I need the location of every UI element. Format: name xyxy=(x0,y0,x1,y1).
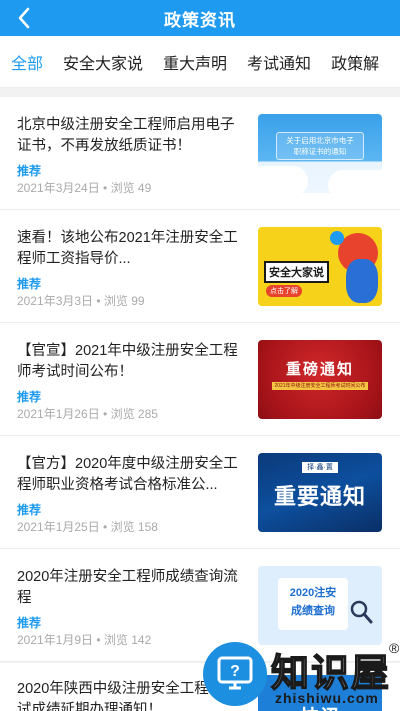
registered-mark: ® xyxy=(389,640,400,656)
article-item[interactable]: 北京中级注册安全工程师启用电子证书，不再发放纸质证书！ 推荐 2021年3月24… xyxy=(0,97,400,210)
article-thumbnail: 择·鑫·置 重要通知 xyxy=(258,453,382,532)
article-meta: 2021年3月3日 • 浏览 99 xyxy=(17,294,145,308)
svg-text:?: ? xyxy=(230,663,240,680)
article-meta: 2021年3月24日 • 浏览 49 xyxy=(17,181,152,195)
tab-policy-interpretation[interactable]: 政策解 xyxy=(331,50,379,74)
article-title: 【官宣】2021年中级注册安全工程师考试时间公布！ xyxy=(17,343,238,380)
article-title: 2020年注册安全工程师成绩查询流程 xyxy=(17,569,238,606)
top-bar: 政策资讯 xyxy=(0,0,400,36)
thumbnail-caption: 择·鑫·置 xyxy=(302,462,338,473)
article-thumbnail: 关于启用北京市电子 职称证书的通知 xyxy=(258,114,382,193)
article-title: 速看！该地公布2021年注册安全工程师工资指导价... xyxy=(17,230,238,267)
article-title: 北京中级注册安全工程师启用电子证书，不再发放纸质证书！ xyxy=(17,117,235,154)
thumbnail-caption: 关于启用北京市电子 xyxy=(286,136,354,145)
thumbnail-caption: 成绩查询 xyxy=(291,605,335,617)
article-thumbnail: 安全大家说 点击了解 xyxy=(258,227,382,306)
thumbnail-caption: 2020注安 xyxy=(289,587,337,599)
tab-safety-talk[interactable]: 安全大家说 xyxy=(63,50,143,74)
article-item[interactable]: 【官宣】2021年中级注册安全工程师考试时间公布！ 推荐 2021年1月26日 … xyxy=(0,323,400,436)
thumbnail-caption: 重磅通知 xyxy=(285,361,354,378)
chevron-left-icon xyxy=(18,7,30,29)
category-tabs: 全部 安全大家说 重大声明 考试通知 政策解 xyxy=(0,36,400,88)
watermark-url: zhishiwu.com xyxy=(275,690,379,706)
article-meta: 2021年1月9日 • 浏览 142 xyxy=(17,633,152,647)
article-item[interactable]: 速看！该地公布2021年注册安全工程师工资指导价... 推荐 2021年3月3日… xyxy=(0,210,400,323)
thumbnail-caption: 2021年中级注册安全工程师考试时间公布 xyxy=(272,382,368,390)
article-meta: 2021年1月25日 • 浏览 158 xyxy=(17,520,158,534)
question-monitor-icon: ? xyxy=(203,642,267,706)
article-thumbnail: 重磅通知 2021年中级注册安全工程师考试时间公布 xyxy=(258,340,382,419)
recommend-tag: 推荐 xyxy=(17,390,42,404)
tab-exam-notice[interactable]: 考试通知 xyxy=(247,50,311,74)
article-list: 北京中级注册安全工程师启用电子证书，不再发放纸质证书！ 推荐 2021年3月24… xyxy=(0,97,400,662)
thumbnail-caption: 安全大家说 xyxy=(264,261,329,283)
tab-all[interactable]: 全部 xyxy=(11,50,43,74)
site-watermark: ? 知识屋 ® zhishiwu.com xyxy=(203,636,400,711)
back-button[interactable] xyxy=(10,4,38,32)
recommend-tag: 推荐 xyxy=(17,277,42,291)
thumbnail-caption: 职称证书的通知 xyxy=(293,147,347,156)
magnifier-icon xyxy=(350,600,373,624)
article-item[interactable]: 【官方】2020年度中级注册安全工程师职业资格考试合格标准公... 推荐 202… xyxy=(0,436,400,549)
article-thumbnail: 2020注安 成绩查询 xyxy=(258,566,382,645)
article-meta: 2021年1月26日 • 浏览 285 xyxy=(17,407,158,421)
tab-major-statement[interactable]: 重大声明 xyxy=(163,50,227,74)
watermark-brand: 知识屋 xyxy=(270,652,392,696)
page-title: 政策资讯 xyxy=(164,10,236,30)
recommend-tag: 推荐 xyxy=(17,616,42,630)
article-title: 【官方】2020年度中级注册安全工程师职业资格考试合格标准公... xyxy=(17,456,238,493)
thumbnail-caption: 点击了解 xyxy=(266,285,302,297)
thumbnail-caption: 重要通知 xyxy=(273,484,366,509)
recommend-tag: 推荐 xyxy=(17,503,42,517)
recommend-tag: 推荐 xyxy=(17,164,42,178)
